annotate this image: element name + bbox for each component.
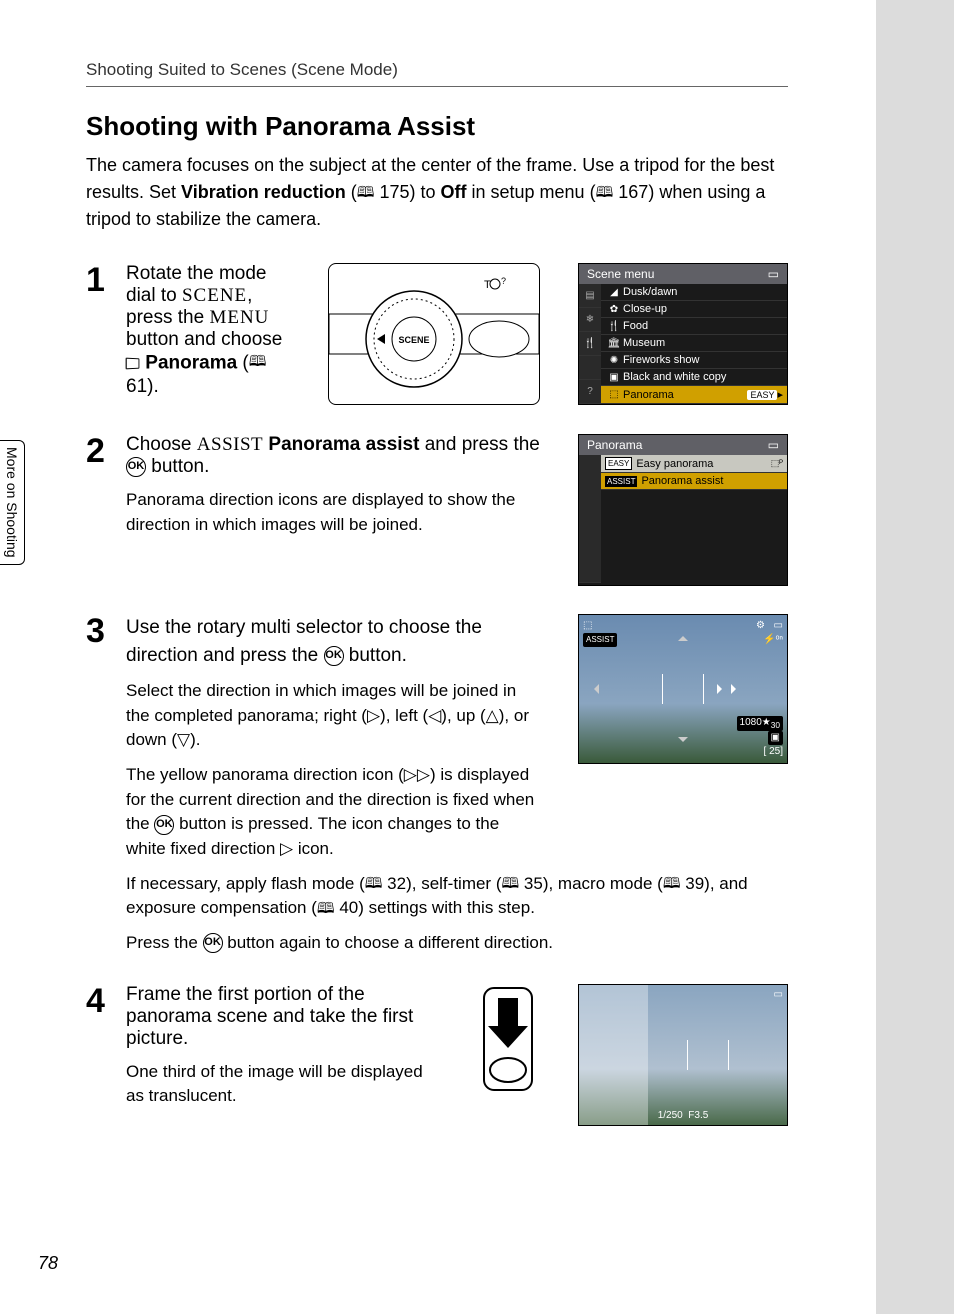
panorama-menu-screenshot: Panorama ▭ EASY Easy panorama ⬚ᴾ ASSIST … xyxy=(578,434,788,586)
step-3-p1: Select the direction in which images wil… xyxy=(126,679,540,753)
right-arrow-icon xyxy=(717,684,727,694)
step-3: 3 Use the rotary multi selector to choos… xyxy=(86,614,788,956)
book-icon: 🕮 xyxy=(365,873,383,895)
svg-text:?: ? xyxy=(501,276,506,286)
up-arrow-icon xyxy=(678,631,688,641)
mode-dial-figure: SCENE T ? xyxy=(328,263,540,405)
left-arrow-icon xyxy=(589,684,599,694)
step-number: 2 xyxy=(86,434,126,468)
scene-menu-tabs: ▤❄🍴? xyxy=(579,284,601,404)
step-number: 1 xyxy=(86,263,126,297)
panorama-icon: ⬚ xyxy=(583,619,592,634)
battery-icon: ▭ xyxy=(768,438,779,452)
breadcrumb: Shooting Suited to Scenes (Scene Mode) xyxy=(86,60,836,80)
book-icon: 🕮 xyxy=(357,182,375,205)
resolution-badge: 1080★30 xyxy=(737,716,783,731)
step-1-title: Rotate the mode dial to SCENE, press the… xyxy=(126,263,290,398)
section-tab: More on Shooting xyxy=(0,440,25,565)
svg-text:SCENE: SCENE xyxy=(398,335,429,345)
step-4-detail: One third of the image will be displayed… xyxy=(126,1060,438,1109)
panorama-menu-easy: EASY Easy panorama ⬚ᴾ xyxy=(601,455,787,473)
book-icon: 🕮 xyxy=(596,182,614,205)
ok-button-icon: OK xyxy=(126,457,146,477)
scene-menu-item: 🏛Museum xyxy=(601,335,787,352)
page-number: 78 xyxy=(38,1253,58,1274)
counter: [ 25] xyxy=(764,745,783,760)
scene-menu-item: ◢Dusk/dawn xyxy=(601,284,787,301)
book-icon: 🕮 xyxy=(317,898,335,920)
scene-menu-item-selected: ⬚Panorama EASY▸ xyxy=(601,386,787,404)
ok-button-icon: OK xyxy=(154,815,174,835)
step-1: 1 Rotate the mode dial to SCENE, press t… xyxy=(86,263,788,406)
scene-menu-screenshot: Scene menu ▭ ▤❄🍴? ◢Dusk/dawn ✿Close-up 🍴… xyxy=(578,263,788,405)
quality-badge: ▣ xyxy=(768,731,783,746)
step-number: 3 xyxy=(86,614,126,648)
exposure-readout: 1/250 F3.5 xyxy=(658,1110,709,1121)
book-icon: 🕮 xyxy=(501,873,519,895)
breadcrumb-underline xyxy=(86,86,788,87)
first-shot-preview: ▭ 1/250 F3.5 xyxy=(578,984,788,1126)
scene-menu-item: ✿Close-up xyxy=(601,301,787,318)
scene-menu-item: 🍴Food xyxy=(601,318,787,335)
book-icon: 🕮 xyxy=(249,351,267,376)
assist-tag: ASSIST xyxy=(583,633,617,647)
panorama-icon xyxy=(126,358,140,369)
battery-icon: ▭ xyxy=(768,267,779,281)
right-arrow-icon xyxy=(731,684,741,694)
shutter-figure xyxy=(476,984,540,1099)
step-3-title: Use the rotary multi selector to choose … xyxy=(126,614,540,669)
step-3-p3: If necessary, apply flash mode (🕮 32), s… xyxy=(126,872,788,921)
focus-bracket xyxy=(687,1040,729,1070)
translucent-overlay xyxy=(579,985,648,1125)
step-3-p4: Press the OK button again to choose a di… xyxy=(126,931,788,956)
ok-button-icon: OK xyxy=(324,646,344,666)
step-2: 2 Choose ASSIST Panorama assist and pres… xyxy=(86,434,788,586)
scene-menu-title: Scene menu xyxy=(587,267,654,281)
step-3-p2: The yellow panorama direction icon (▷▷) … xyxy=(126,763,540,862)
panorama-menu-assist-selected: ASSIST Panorama assist xyxy=(601,473,787,490)
intro-paragraph: The camera focuses on the subject at the… xyxy=(86,152,788,233)
scene-menu-item: ✺Fireworks show xyxy=(601,352,787,369)
step-2-title: Choose ASSIST Panorama assist and press … xyxy=(126,434,540,478)
direction-preview-screenshot: ⬚ ASSIST ⚙ ▭ ⚡ᵒⁿ 1080★30 ▣ [ 25] xyxy=(578,614,788,764)
step-2-detail: Panorama direction icons are displayed t… xyxy=(126,488,540,537)
focus-bracket xyxy=(662,674,704,704)
scene-menu-item: ▣Black and white copy xyxy=(601,369,787,386)
ok-button-icon: OK xyxy=(203,933,223,953)
step-4-title: Frame the first portion of the panorama … xyxy=(126,984,438,1050)
gear-icon: ⚙ xyxy=(756,619,765,634)
panorama-menu-title: Panorama xyxy=(587,438,642,452)
page-title: Shooting with Panorama Assist xyxy=(86,111,836,142)
flash-icon: ⚡ᵒⁿ xyxy=(763,633,783,648)
battery-icon: ▭ xyxy=(774,619,783,634)
book-icon: 🕮 xyxy=(663,873,681,895)
step-4: 4 Frame the first portion of the panoram… xyxy=(86,984,788,1126)
step-number: 4 xyxy=(86,984,126,1018)
battery-icon: ▭ xyxy=(774,989,783,1000)
down-arrow-icon xyxy=(678,737,688,747)
